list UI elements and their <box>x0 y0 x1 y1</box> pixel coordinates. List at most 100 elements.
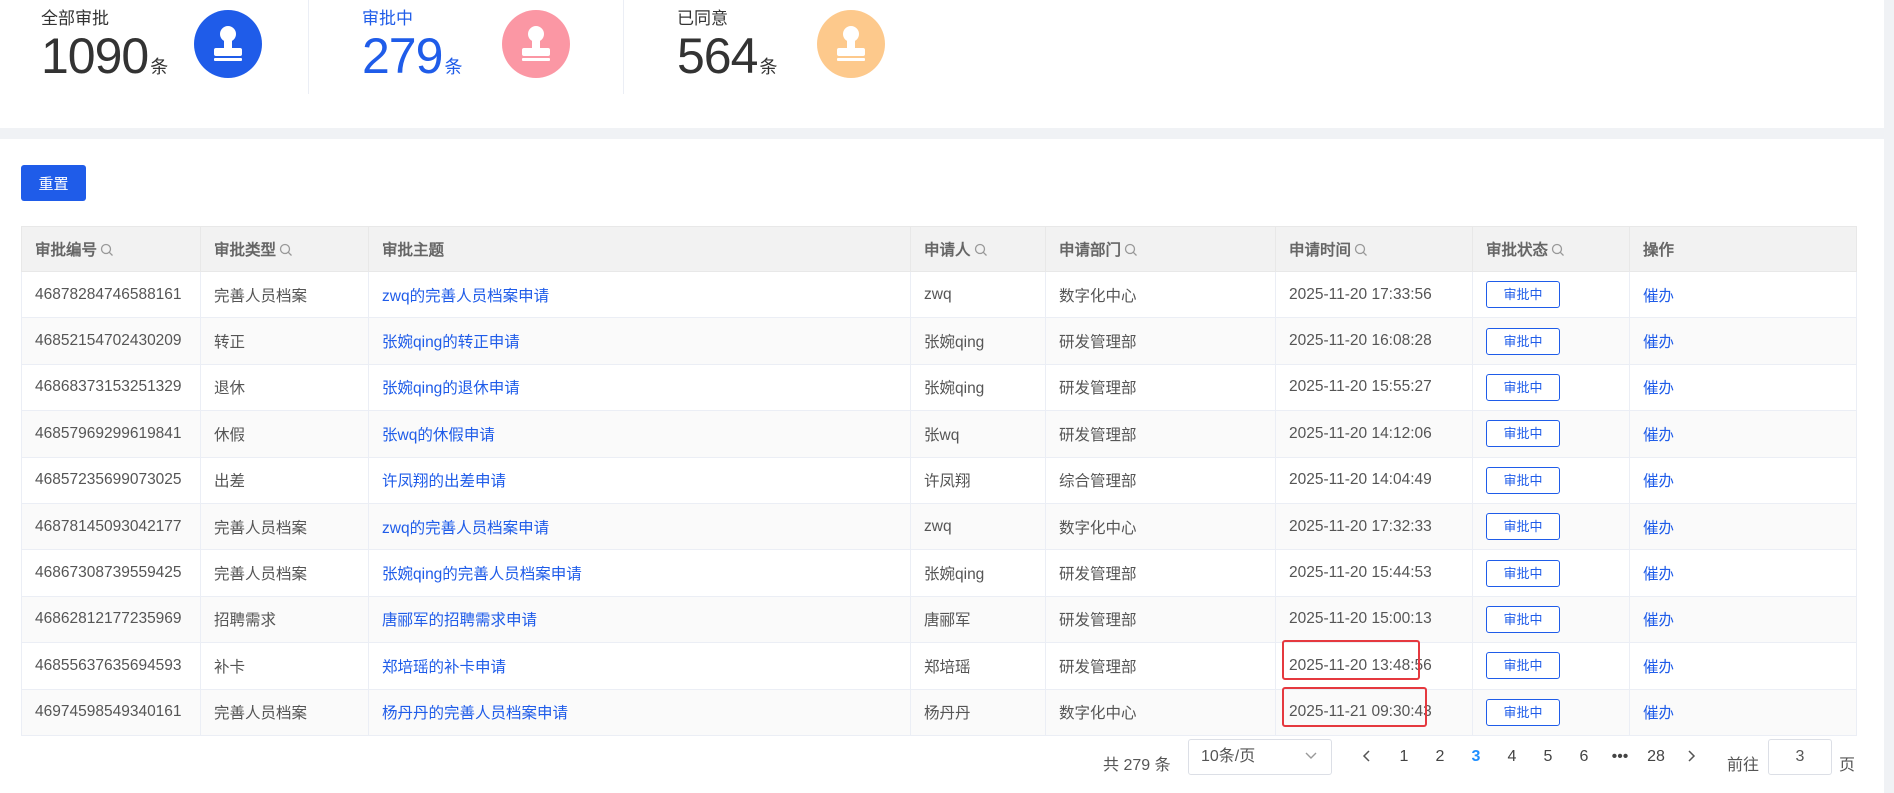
cell-type-text: 补卡 <box>214 658 246 676</box>
cell-dept-text: 数字化中心 <box>1059 287 1137 305</box>
subject-link[interactable]: 郑培瑶的补卡申请 <box>382 659 506 676</box>
column-header-subject: 审批主题 <box>368 226 911 272</box>
column-header-id[interactable]: 审批编号 <box>21 226 201 272</box>
stat-pending[interactable]: 审批中 279 条 <box>362 0 592 94</box>
page-button[interactable]: 3 <box>1462 739 1490 775</box>
cell-applicant-text: 张婉qing <box>924 380 985 398</box>
search-icon[interactable] <box>100 243 114 257</box>
next-page-button[interactable] <box>1677 739 1705 775</box>
cell-type: 补卡 <box>200 642 369 690</box>
cell-dept: 研发管理部 <box>1045 363 1276 412</box>
cell-status: 审批中 <box>1472 595 1630 644</box>
cell-dept-text: 研发管理部 <box>1059 334 1137 352</box>
cell-type-text: 转正 <box>214 334 246 352</box>
urge-button[interactable]: 催办 <box>1643 380 1674 397</box>
table-row[interactable]: 46878145093042177 完善人员档案 zwq的完善人员档案申请 zwq 数字… <box>21 502 1857 551</box>
column-header-status[interactable]: 审批状态 <box>1472 226 1630 272</box>
status-badge: 审批中 <box>1486 420 1560 448</box>
urge-button[interactable]: 催办 <box>1643 334 1674 351</box>
table-row[interactable]: 46862812177235969 招聘需求 唐郦军的招聘需求申请 唐郦军 研发管理部 2… <box>21 595 1857 644</box>
column-header-time[interactable]: 申请时间 <box>1275 226 1473 272</box>
cell-action: 催办 <box>1629 410 1857 458</box>
cell-status: 审批中 <box>1472 502 1630 551</box>
search-icon[interactable] <box>1354 243 1368 257</box>
subject-link[interactable]: 杨丹丹的完善人员档案申请 <box>382 705 568 722</box>
subject-link[interactable]: zwq的完善人员档案申请 <box>382 288 549 305</box>
goto-label: 前往 <box>1727 757 1760 774</box>
cell-subject: 张婉qing的退休申请 <box>368 363 911 412</box>
more-pages-button[interactable]: ••• <box>1606 739 1634 775</box>
stat-approved[interactable]: 已同意 564 条 <box>677 0 907 94</box>
table-row[interactable]: 46868373153251329 退休 张婉qing的退休申请 张婉qing 研发管理… <box>21 363 1857 412</box>
urge-button[interactable]: 催办 <box>1643 612 1674 629</box>
search-icon[interactable] <box>974 243 988 257</box>
page-button[interactable]: 28 <box>1642 739 1670 775</box>
subject-link[interactable]: 许凤翔的出差申请 <box>382 473 506 490</box>
urge-button[interactable]: 催办 <box>1643 705 1674 722</box>
column-header-applicant[interactable]: 申请人 <box>910 226 1046 272</box>
subject-link[interactable]: 唐郦军的招聘需求申请 <box>382 612 537 629</box>
column-header-dept[interactable]: 申请部门 <box>1045 226 1276 272</box>
status-badge: 审批中 <box>1486 652 1560 680</box>
table-row[interactable]: 46857969299619841 休假 张wq的休假申请 张wq 研发管理部 2025-… <box>21 410 1857 458</box>
page-button[interactable]: 1 <box>1390 739 1418 775</box>
cell-type: 退休 <box>200 363 369 412</box>
cell-time-text: 2025-11-20 16:08:28 <box>1289 332 1432 350</box>
column-header-type[interactable]: 审批类型 <box>200 226 369 272</box>
search-icon[interactable] <box>279 243 293 257</box>
cell-subject: 杨丹丹的完善人员档案申请 <box>368 688 911 736</box>
cell-id-text: 46878284746588161 <box>35 285 182 303</box>
urge-button[interactable]: 催办 <box>1643 520 1674 537</box>
cell-applicant-text: 张婉qing <box>924 566 985 584</box>
subject-link[interactable]: 张婉qing的转正申请 <box>382 334 520 351</box>
prev-page-button[interactable] <box>1352 739 1380 775</box>
table-row[interactable]: 46974598549340161 完善人员档案 杨丹丹的完善人员档案申请 杨丹丹 数字… <box>21 686 1857 736</box>
subject-link[interactable]: 张婉qing的退休申请 <box>382 380 520 397</box>
urge-button[interactable]: 催办 <box>1643 427 1674 444</box>
cell-subject: 张婉qing的转正申请 <box>368 317 911 365</box>
stat-all[interactable]: 全部审批 1090 条 <box>41 0 271 94</box>
search-icon[interactable] <box>1551 243 1565 257</box>
search-icon[interactable] <box>1124 243 1138 257</box>
subject-link[interactable]: 张婉qing的完善人员档案申请 <box>382 566 582 583</box>
cell-time: 2025-11-20 14:04:49 <box>1275 456 1473 504</box>
cell-applicant: 张婉qing <box>910 549 1046 597</box>
cell-type: 完善人员档案 <box>200 688 369 736</box>
table-row[interactable]: 46878284746588161 完善人员档案 zwq的完善人员档案申请 zwq 数字… <box>21 270 1857 319</box>
subject-link[interactable]: zwq的完善人员档案申请 <box>382 520 549 537</box>
page-button[interactable]: 4 <box>1498 739 1526 775</box>
cell-time: 2025-11-20 16:08:28 <box>1275 317 1473 365</box>
cell-action: 催办 <box>1629 363 1857 412</box>
subject-link[interactable]: 张wq的休假申请 <box>382 427 495 444</box>
table-row[interactable]: 46857235699073025 出差 许凤翔的出差申请 许凤翔 综合管理部 2025-… <box>21 456 1857 504</box>
cell-time-text: 2025-11-20 17:33:56 <box>1289 285 1432 303</box>
chevron-right-icon <box>1687 750 1695 762</box>
cell-action: 催办 <box>1629 688 1857 736</box>
status-badge: 审批中 <box>1486 698 1560 726</box>
urge-button[interactable]: 催办 <box>1643 566 1674 583</box>
cell-dept: 数字化中心 <box>1045 688 1276 736</box>
reset-button[interactable]: 重置 <box>21 165 86 201</box>
cell-time: 2025-11-20 15:00:13 <box>1275 595 1473 644</box>
page-size-select[interactable]: 10条/页 <box>1188 739 1332 775</box>
table-row[interactable]: 46852154702430209 转正 张婉qing的转正申请 张婉qing 研发管理… <box>21 317 1857 365</box>
cell-time-text: 2025-11-20 17:32:33 <box>1289 517 1432 535</box>
urge-button[interactable]: 催办 <box>1643 659 1674 676</box>
cell-dept-text: 研发管理部 <box>1059 566 1137 584</box>
cell-applicant-text: 唐郦军 <box>924 612 971 630</box>
urge-button[interactable]: 催办 <box>1643 473 1674 490</box>
cell-type: 完善人员档案 <box>200 549 369 597</box>
urge-button[interactable]: 催办 <box>1643 288 1674 305</box>
table-row[interactable]: 46855637635694593 补卡 郑培瑶的补卡申请 郑培瑶 研发管理部 2025-… <box>21 640 1857 690</box>
table-row[interactable]: 46867308739559425 完善人员档案 张婉qing的完善人员档案申请 张婉… <box>21 549 1857 597</box>
cell-id: 46862812177235969 <box>21 595 201 644</box>
cell-subject: 郑培瑶的补卡申请 <box>368 642 911 690</box>
cell-status: 审批中 <box>1472 688 1630 736</box>
page-button[interactable]: 5 <box>1534 739 1562 775</box>
page-suffix: 页 <box>1839 757 1856 774</box>
page-size-value: 10条/页 <box>1201 748 1256 765</box>
page-button[interactable]: 2 <box>1426 739 1454 775</box>
page-button[interactable]: 6 <box>1570 739 1598 775</box>
cell-status: 审批中 <box>1472 549 1630 597</box>
goto-page-input[interactable] <box>1768 739 1832 775</box>
